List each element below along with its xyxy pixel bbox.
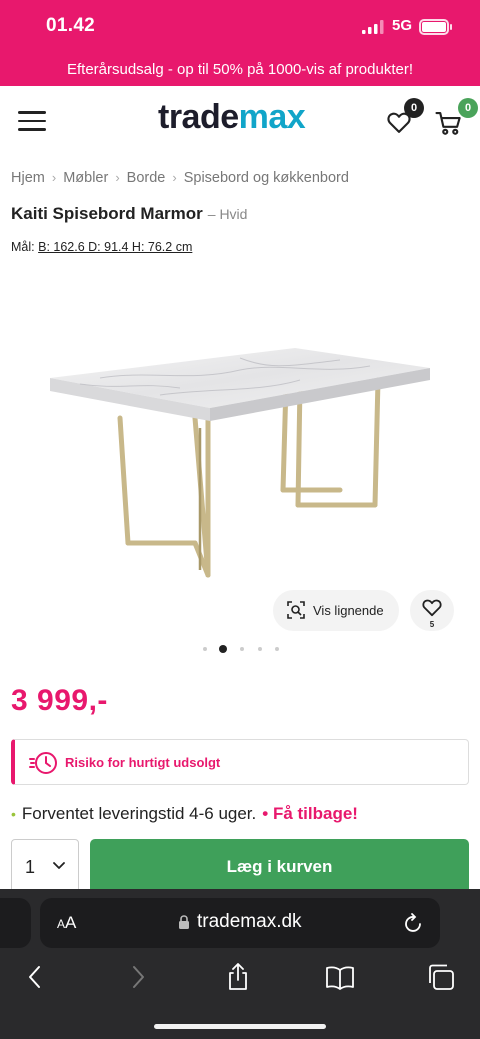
product-variant: – Hvid: [207, 206, 248, 222]
availability-dot-icon: •: [11, 806, 16, 822]
favorite-count: 5: [429, 620, 435, 629]
reload-icon[interactable]: [404, 912, 424, 934]
carousel-dot[interactable]: [203, 647, 207, 651]
product-title-row: Kaiti Spisebord Marmor – Hvid: [11, 204, 247, 224]
delivery-info: • Forventet leveringstid 4-6 uger. • Få ti…: [11, 804, 358, 824]
breadcrumb-item-spisebord[interactable]: Spisebord og køkkenbord: [184, 170, 349, 186]
forward-icon[interactable]: [122, 963, 152, 991]
address-bar[interactable]: AA trademax.dk: [40, 898, 440, 948]
fast-clock-icon: [29, 752, 57, 774]
product-price: 3 999,-: [11, 684, 108, 717]
stock-alert-text: Risiko for hurtigt udsolgt: [65, 755, 221, 770]
chevron-down-icon: [53, 862, 65, 869]
browser-chrome: AA trademax.dk: [0, 889, 480, 1039]
product-dimensions: Mål: B: 162.6 D: 91.4 H: 76.2 cm: [11, 240, 192, 254]
url-text: trademax.dk: [197, 911, 302, 932]
cart-button[interactable]: 0: [434, 98, 478, 138]
breadcrumb: Hjem › Møbler › Borde › Spisebord og køkkenbor…: [11, 170, 349, 186]
promo-banner[interactable]: Efterårsudsalg - op til 50% på 1000-vis …: [0, 61, 480, 78]
cart-count-badge: 0: [458, 98, 478, 118]
hamburger-menu-icon[interactable]: [18, 111, 46, 133]
carousel-dot[interactable]: [240, 647, 244, 651]
top-bar: 01.42 5G Efterårsudsalg - op til 50% på …: [0, 0, 480, 86]
product-image[interactable]: [40, 300, 440, 590]
reader-options-button[interactable]: AA: [57, 913, 76, 933]
return-policy-link[interactable]: • Få tilbage!: [262, 804, 358, 823]
previous-tab-preview[interactable]: [0, 898, 31, 948]
trademax-logo[interactable]: trademax: [158, 98, 306, 137]
carousel-dot[interactable]: [258, 647, 262, 651]
carousel-dot[interactable]: [275, 647, 279, 651]
favorite-button[interactable]: 5: [410, 590, 454, 631]
home-indicator[interactable]: [154, 1024, 326, 1029]
signal-icon: [362, 20, 384, 34]
dimensions-label: Mål:: [11, 240, 35, 254]
show-similar-button[interactable]: Vis lignende: [273, 590, 399, 631]
quantity-value: 1: [25, 857, 36, 877]
product-title: Kaiti Spisebord Marmor: [11, 204, 203, 223]
chevron-right-icon: ›: [115, 170, 120, 185]
add-to-cart-button[interactable]: Læg i kurven: [90, 839, 469, 895]
chevron-right-icon: ›: [172, 170, 177, 185]
site-header: trademax 0 0: [0, 86, 480, 156]
network-label: 5G: [392, 17, 413, 34]
wishlist-count-badge: 0: [404, 98, 424, 118]
browser-toolbar: [0, 963, 480, 993]
dimensions-value[interactable]: B: 162.6 D: 91.4 H: 76.2 cm: [38, 240, 192, 254]
wishlist-button[interactable]: 0: [384, 98, 424, 138]
show-similar-label: Vis lignende: [313, 603, 384, 618]
delivery-time-text: Forventet leveringstid 4-6 uger.: [21, 804, 257, 823]
visual-search-icon: [287, 601, 305, 619]
heart-icon: [422, 599, 442, 617]
bookmarks-icon[interactable]: [325, 963, 355, 991]
breadcrumb-item-hjem[interactable]: Hjem: [11, 170, 45, 186]
breadcrumb-item-mobler[interactable]: Møbler: [63, 170, 108, 186]
breadcrumb-item-borde[interactable]: Borde: [127, 170, 166, 186]
status-bar: 01.42 5G: [0, 15, 480, 41]
status-time: 01.42: [46, 15, 96, 36]
tabs-icon[interactable]: [427, 963, 457, 991]
stock-alert-banner: Risiko for hurtigt udsolgt: [11, 739, 469, 785]
lock-icon: [179, 915, 189, 929]
quantity-select[interactable]: 1: [11, 839, 79, 895]
carousel-dot-active[interactable]: [219, 645, 227, 653]
share-icon[interactable]: [223, 963, 253, 991]
chevron-right-icon: ›: [51, 170, 57, 185]
battery-icon: [419, 19, 452, 35]
back-icon[interactable]: [22, 963, 52, 991]
